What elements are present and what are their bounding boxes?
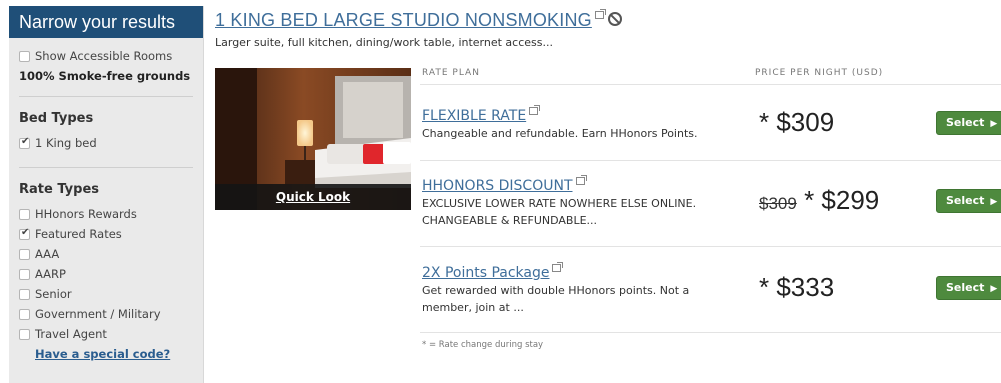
- rate-type-label: Featured Rates: [35, 227, 122, 241]
- chevron-right-icon: ▶: [990, 119, 998, 129]
- rate-type-checkbox[interactable]: Government / Military: [19, 304, 193, 324]
- rate-description: EXCLUSIVE LOWER RATE NOWHERE ELSE ONLINE…: [422, 195, 732, 229]
- rate-type-label: Senior: [35, 287, 72, 301]
- rate-change-footnote: * = Rate change during stay: [422, 340, 544, 350]
- rate-row: HHONORS DISCOUNT EXCLUSIVE LOWER RATE NO…: [420, 160, 1001, 246]
- smoke-free-note: 100% Smoke-free grounds: [19, 69, 191, 83]
- checkbox-box[interactable]: [19, 248, 30, 260]
- rate-type-checkbox[interactable]: AAA: [19, 244, 193, 264]
- rate-type-checkbox[interactable]: HHonors Rewards: [19, 204, 193, 224]
- rate-type-label: AAA: [35, 247, 60, 261]
- external-link-icon: [529, 105, 541, 115]
- checkbox-box[interactable]: [19, 208, 30, 220]
- rate-name-text[interactable]: HHONORS DISCOUNT: [422, 178, 573, 194]
- rate-name-link[interactable]: FLEXIBLE RATE: [422, 105, 541, 124]
- room-photo[interactable]: Quick Look: [215, 68, 411, 210]
- rate-type-label: AARP: [35, 267, 66, 281]
- rate-price: $309 * $299: [759, 185, 879, 216]
- rate-description-line: CHANGEABLE & REFUNDABLE...: [422, 214, 598, 227]
- rate-type-checkbox[interactable]: AARP: [19, 264, 193, 284]
- price-value: * $309: [759, 107, 835, 137]
- bed-type-label: 1 King bed: [35, 136, 97, 150]
- divider: [19, 96, 193, 97]
- rate-description: Get rewarded with double HHonors points.…: [422, 282, 732, 316]
- checkbox-box[interactable]: [19, 268, 30, 280]
- accessible-rooms-checkbox[interactable]: Show Accessible Rooms: [19, 46, 193, 66]
- special-code-link[interactable]: Have a special code?: [19, 344, 193, 364]
- rate-name-text[interactable]: 2X Points Package: [422, 265, 549, 281]
- rate-name-link[interactable]: 2X Points Package: [422, 262, 564, 281]
- select-button[interactable]: Select ▶: [936, 276, 1001, 300]
- select-label: Select: [946, 281, 985, 294]
- external-link-icon: [575, 175, 587, 185]
- rate-row: FLEXIBLE RATE Changeable and refundable.…: [420, 84, 1001, 160]
- external-link-icon: [594, 8, 606, 19]
- rate-description-line: member, join at ...: [422, 301, 524, 314]
- bed-type-king-checkbox[interactable]: 1 King bed: [19, 133, 193, 153]
- original-price: $309: [759, 194, 797, 213]
- rate-description: Changeable and refundable. Earn HHonors …: [422, 125, 732, 142]
- price-header: PRICE PER NIGHT (USD): [755, 68, 884, 78]
- checkbox-box[interactable]: [19, 288, 30, 300]
- rate-type-checkbox[interactable]: Travel Agent: [19, 324, 193, 344]
- chevron-right-icon: ▶: [990, 197, 998, 207]
- select-button[interactable]: Select ▶: [936, 111, 1001, 135]
- select-label: Select: [946, 116, 985, 129]
- rate-price: * $309: [759, 107, 834, 138]
- rate-name-link[interactable]: HHONORS DISCOUNT: [422, 175, 587, 194]
- filter-sidebar: Narrow your results Show Accessible Room…: [9, 6, 204, 383]
- divider: [19, 167, 193, 168]
- bed-types-title: Bed Types: [19, 111, 94, 126]
- sidebar-title: Narrow your results: [9, 6, 203, 38]
- select-label: Select: [946, 194, 985, 207]
- rate-description-line: Changeable and refundable. Earn HHonors …: [422, 127, 698, 140]
- quick-look-link[interactable]: Quick Look: [215, 184, 411, 210]
- rate-description-line: EXCLUSIVE LOWER RATE NOWHERE ELSE ONLINE…: [422, 197, 697, 210]
- chevron-right-icon: ▶: [990, 284, 998, 294]
- rate-type-checkbox[interactable]: Senior: [19, 284, 193, 304]
- external-link-icon: [552, 262, 564, 272]
- rate-plan-header: RATE PLAN: [422, 68, 480, 78]
- select-button[interactable]: Select ▶: [936, 189, 1001, 213]
- table-bottom-border: [420, 332, 1001, 333]
- rate-type-label: Travel Agent: [35, 327, 107, 341]
- accessible-rooms-label: Show Accessible Rooms: [35, 49, 173, 63]
- price-value: * $299: [804, 185, 880, 215]
- room-description: Larger suite, full kitchen, dining/work …: [215, 36, 553, 49]
- rate-name-text[interactable]: FLEXIBLE RATE: [422, 108, 526, 124]
- room-title: 1 KING BED LARGE STUDIO NONSMOKING: [215, 8, 622, 31]
- rate-description-line: Get rewarded with double HHonors points.…: [422, 284, 690, 297]
- rate-types-title: Rate Types: [19, 182, 99, 197]
- no-smoking-icon: [607, 11, 622, 26]
- checkbox-box[interactable]: [19, 50, 30, 62]
- checkbox-box[interactable]: [19, 308, 30, 320]
- checkbox-box[interactable]: [19, 328, 30, 340]
- rate-type-checkbox[interactable]: Featured Rates: [19, 224, 193, 244]
- rate-price: * $333: [759, 272, 834, 303]
- checkbox-box[interactable]: [19, 227, 30, 240]
- room-title-link[interactable]: 1 KING BED LARGE STUDIO NONSMOKING: [215, 10, 592, 31]
- price-value: * $333: [759, 272, 835, 302]
- rate-type-label: HHonors Rewards: [35, 207, 137, 221]
- checkbox-box[interactable]: [19, 136, 30, 149]
- rate-type-label: Government / Military: [35, 307, 161, 321]
- rate-row: 2X Points Package Get rewarded with doub…: [420, 246, 1001, 332]
